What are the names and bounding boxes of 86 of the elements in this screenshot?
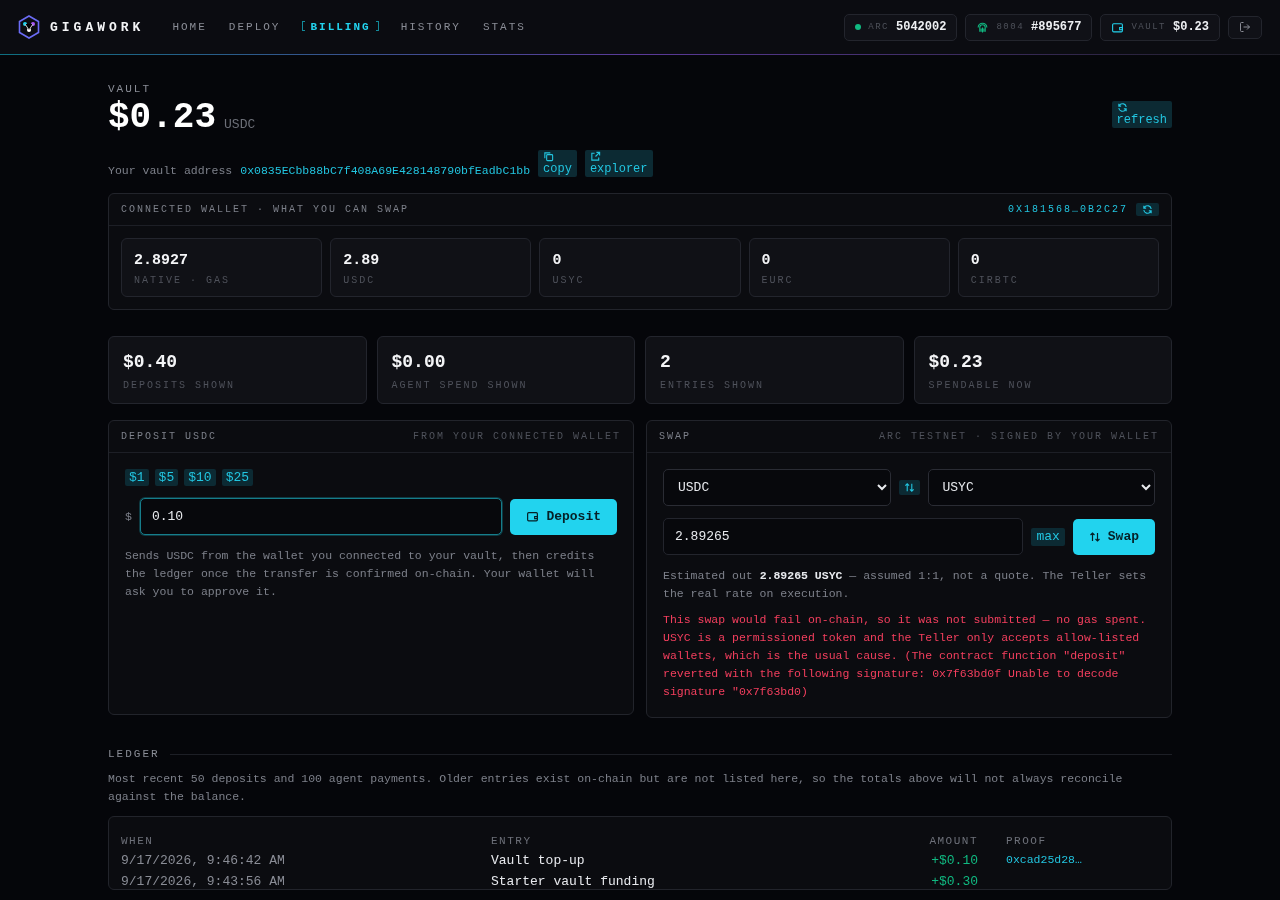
vault-unit: USDC — [224, 117, 256, 132]
to-token-select[interactable]: USYC — [927, 469, 1155, 506]
amount-input[interactable]: 0.10 — [139, 498, 503, 535]
panel-subtitle: FROM YOUR CONNECTED WALLET — [412, 431, 621, 442]
brand-name: GIGAWORK — [50, 19, 145, 35]
chip-value: #895677 — [1031, 20, 1082, 34]
bracket-icon — [302, 21, 306, 31]
nav-link[interactable]: DEPLOY — [228, 21, 281, 33]
refresh-icon — [1142, 204, 1153, 215]
bracket-icon — [375, 21, 379, 31]
balance-label: USDC — [343, 275, 377, 286]
swap-amount-input[interactable]: 2.89265 — [663, 518, 1024, 555]
copy-button[interactable]: copy — [538, 150, 577, 177]
ledger-note: Most recent 50 deposits and 100 agent payments. Older entries exist on-chain but are not listed here, so the totals above will not always reconcile against the balance. — [108, 771, 1124, 805]
table-cell-text: 9/17/2026, 9:46:42 AM — [121, 853, 286, 868]
balance-value: 0 — [970, 252, 981, 269]
preset-amount[interactable]: $1 — [125, 469, 149, 486]
swap-estimate: Estimated out 2.89265 USYC — assumed 1:1, not a quote. The Teller sets the real rate on execution. — [663, 568, 1148, 602]
table-cell-text: Starter vault funding — [491, 874, 656, 889]
error-message: This swap would fail on-chain, so it was not submitted — no gas spent. USYC is a permissioned token and the Teller only accepts allow-listed wallets, which is the usual cause. (The contract function "deposit" reverted with the following signature: 0x7f63bd0f Unable to decode signature "0x7f63bd0) — [663, 612, 1148, 700]
vault-address[interactable]: 0x0835ECbb88bC7f408A69E428148790bfEadbC1bb — [240, 164, 531, 177]
logo-icon — [18, 15, 40, 39]
table-cell-text: +$0.30 — [930, 874, 978, 889]
deposit-button[interactable]: Deposit — [510, 498, 617, 535]
stat-value: 2 — [660, 352, 672, 372]
swap-arrows-icon — [903, 482, 915, 493]
copy-icon — [543, 151, 555, 162]
nav-link[interactable]: HISTORY — [400, 21, 461, 33]
balance-label: CIRBTC — [970, 275, 1020, 286]
column-header: WHEN — [121, 834, 155, 847]
currency-sign: $ — [125, 510, 132, 523]
panel-subtitle: ARC TESTNET · SIGNED BY YOUR WALLET — [878, 431, 1159, 442]
column-header: PROOF — [1005, 834, 1048, 847]
nav-link[interactable]: HOME — [172, 21, 207, 33]
max-button[interactable]: max — [1031, 527, 1065, 546]
switch-tokens-button[interactable] — [898, 480, 920, 495]
balance-value: 0 — [552, 252, 563, 269]
wallet-icon — [1111, 20, 1125, 34]
chip-label: VAULT — [1131, 22, 1166, 32]
refresh-icon — [1116, 102, 1128, 113]
table-cell-text: +$0.10 — [930, 853, 978, 868]
swap-arrows-icon — [1088, 530, 1101, 543]
proof-link[interactable]: 0xcad25d28… — [978, 853, 1159, 868]
vault-label: VAULT — [108, 83, 152, 95]
stat-value: $0.23 — [928, 352, 984, 372]
balance-value: 2.89 — [343, 252, 381, 269]
balance-label: EURC — [761, 275, 795, 286]
preset-amount[interactable]: $5 — [154, 469, 179, 486]
preset-amount[interactable]: $25 — [221, 469, 254, 486]
vault-balance: $0.23 — [108, 97, 217, 138]
column-header: AMOUNT — [928, 834, 978, 847]
wallet-address: 0X181568…0B2C27 — [1008, 204, 1128, 215]
balance-label: USYC — [552, 275, 586, 286]
wallet-icon — [526, 510, 540, 523]
nav-link[interactable]: BILLING — [302, 21, 379, 33]
chip-value: $0.23 — [1173, 20, 1209, 34]
balance-value: 0 — [761, 252, 772, 269]
stat-label: DEPOSITS SHOWN — [123, 380, 236, 391]
balance-value: 2.8927 — [134, 252, 189, 269]
table-cell-text: Vault top-up — [491, 853, 586, 868]
refresh-button[interactable]: refresh — [1111, 101, 1172, 128]
stat-value: $0.00 — [391, 352, 447, 372]
fingerprint-icon — [976, 20, 990, 34]
external-link-icon — [589, 151, 601, 162]
logout-icon — [1239, 21, 1251, 33]
from-token-select[interactable]: USDC — [663, 469, 891, 506]
address-label: Your vault address — [108, 164, 233, 177]
explorer-button[interactable]: explorer — [584, 150, 653, 177]
stat-value: $0.40 — [123, 352, 178, 372]
section-title: LEDGER — [108, 748, 160, 760]
stat-label: AGENT SPEND SHOWN — [391, 380, 529, 391]
panel-title: DEPOSIT USDC — [121, 431, 217, 442]
deposit-note: Sends USDC from the wallet you connected to your vault, then credits the ledger once the transfer is confirmed on-chain. Your wallet will ask you to approve it. — [125, 548, 596, 600]
card-title: CONNECTED WALLET · WHAT YOU CAN SWAP — [121, 204, 410, 215]
stat-label: SPENDABLE NOW — [928, 380, 1034, 391]
panel-title: SWAP — [659, 431, 691, 442]
chip-value: 5042002 — [896, 20, 947, 34]
swap-button[interactable]: Swap — [1072, 518, 1155, 555]
table-cell-text: 9/17/2026, 9:43:56 AM — [121, 874, 286, 889]
refresh-button[interactable] — [1136, 203, 1159, 216]
nav-link[interactable]: STATS — [482, 21, 526, 33]
chip-label: ARC — [868, 22, 889, 32]
preset-amount[interactable]: $10 — [184, 469, 216, 486]
balance-label: NATIVE · GAS — [134, 275, 231, 286]
stat-label: ENTRIES SHOWN — [660, 380, 765, 391]
column-header: ENTRY — [491, 834, 533, 847]
